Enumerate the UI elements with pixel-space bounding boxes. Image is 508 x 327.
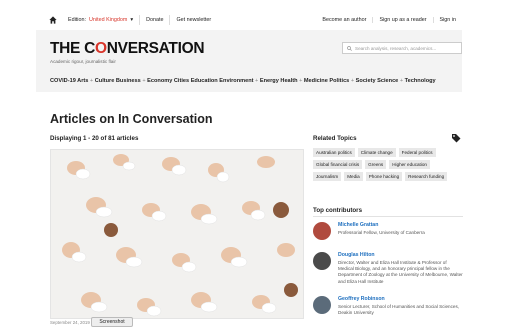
nav-item[interactable]: Society <box>356 78 376 84</box>
article-hero-image[interactable] <box>50 149 304 319</box>
nav-item[interactable]: Cities <box>174 78 189 84</box>
chevron-down-icon: ▾ <box>130 17 134 23</box>
avatar <box>313 296 331 314</box>
nav-item[interactable]: Technology <box>405 78 436 84</box>
signup-reader-link[interactable]: Sign up as a reader <box>372 17 432 23</box>
nav-item[interactable]: Science <box>377 78 398 84</box>
nav-item[interactable]: Energy <box>260 78 279 84</box>
avatar <box>313 222 331 240</box>
page-title: Articles on In Conversation <box>50 112 213 126</box>
signin-link[interactable]: Sign in <box>432 17 462 23</box>
crawling-babies-image <box>51 150 303 318</box>
related-topics-heading: Related Topics <box>313 135 357 142</box>
tag-icon <box>452 134 461 143</box>
avatar <box>313 252 331 270</box>
topic-tag[interactable]: Journalism <box>313 172 342 181</box>
nav-item[interactable]: Environment <box>219 78 253 84</box>
divider <box>169 15 171 25</box>
edition-label: Edition: <box>68 17 86 23</box>
top-contributors-heading: Top contributors <box>313 207 363 214</box>
nav-item[interactable]: Economy <box>147 78 172 84</box>
screenshot-button[interactable]: Screenshot <box>91 317 133 327</box>
masthead: THE CONVERSATION Academic rigour, journa… <box>36 30 462 92</box>
divider <box>313 216 463 217</box>
nav-item[interactable]: Culture <box>95 78 115 84</box>
topic-tag[interactable]: Global financial crisis <box>313 160 363 169</box>
nav-item[interactable]: Business <box>116 78 141 84</box>
contributor-name[interactable]: Douglas Hilton <box>338 252 463 259</box>
top-utility-bar: Edition: United Kingdom ▾ Donate Get new… <box>36 10 462 30</box>
edition-value: United Kingdom <box>88 17 128 23</box>
article-date: September 24, 2019 <box>50 320 90 325</box>
topic-tag[interactable]: Climate change <box>357 148 396 157</box>
contributor-role: Professorial Fellow, University of Canbe… <box>338 230 425 236</box>
nav-item[interactable]: Politics <box>329 78 349 84</box>
home-icon[interactable] <box>49 15 59 25</box>
results-count: Displaying 1 - 20 of 81 articles <box>50 135 139 142</box>
contributor-item[interactable]: Michelle Grattan Professorial Fellow, Uni… <box>313 222 463 240</box>
search-icon <box>347 45 352 51</box>
newsletter-link[interactable]: Get newsletter <box>176 17 211 23</box>
related-topics-list: Australian politics Climate change Federal… <box>313 148 463 184</box>
topic-tag[interactable]: Research funding <box>405 172 448 181</box>
contributor-item[interactable]: Geoffrey Robinson Senior Lecturer, School… <box>313 296 463 316</box>
nav-item[interactable]: Medicine <box>304 78 328 84</box>
nav-item[interactable]: Arts <box>77 78 88 84</box>
nav-item[interactable]: Health <box>280 78 297 84</box>
contributor-role: Senior Lecturer, School of Humanities an… <box>338 304 460 316</box>
nav-item[interactable]: Education <box>191 78 218 84</box>
contributor-item[interactable]: Douglas Hilton Director, Walter and Eliza… <box>313 252 463 285</box>
contributor-role: Director, Walter and Eliza Hall Institut… <box>338 260 463 284</box>
topic-tag[interactable]: Greens <box>365 160 387 169</box>
topic-tag[interactable]: Higher education <box>389 160 430 169</box>
topic-tag[interactable]: Media <box>344 172 363 181</box>
topic-tag[interactable]: Australian politics <box>313 148 355 157</box>
site-logo[interactable]: THE CONVERSATION <box>50 40 205 58</box>
topic-tag[interactable]: Phone hacking <box>365 172 403 181</box>
edition-selector[interactable]: Edition: United Kingdom ▾ <box>68 17 133 23</box>
section-nav: COVID-19 Arts + Culture Business + Econo… <box>50 78 436 84</box>
topic-tag[interactable]: Federal politics <box>398 148 436 157</box>
nav-item[interactable]: COVID-19 <box>50 78 76 84</box>
search-placeholder: Search analysis, research, academics... <box>355 45 437 51</box>
become-author-link[interactable]: Become an author <box>316 17 372 23</box>
site-tagline: Academic rigour, journalistic flair <box>50 59 116 64</box>
donate-link[interactable]: Donate <box>146 17 163 23</box>
contributor-name[interactable]: Geoffrey Robinson <box>338 296 463 303</box>
divider <box>139 15 141 25</box>
search-input[interactable]: Search analysis, research, academics... <box>342 42 462 54</box>
contributor-name[interactable]: Michelle Grattan <box>338 222 425 229</box>
